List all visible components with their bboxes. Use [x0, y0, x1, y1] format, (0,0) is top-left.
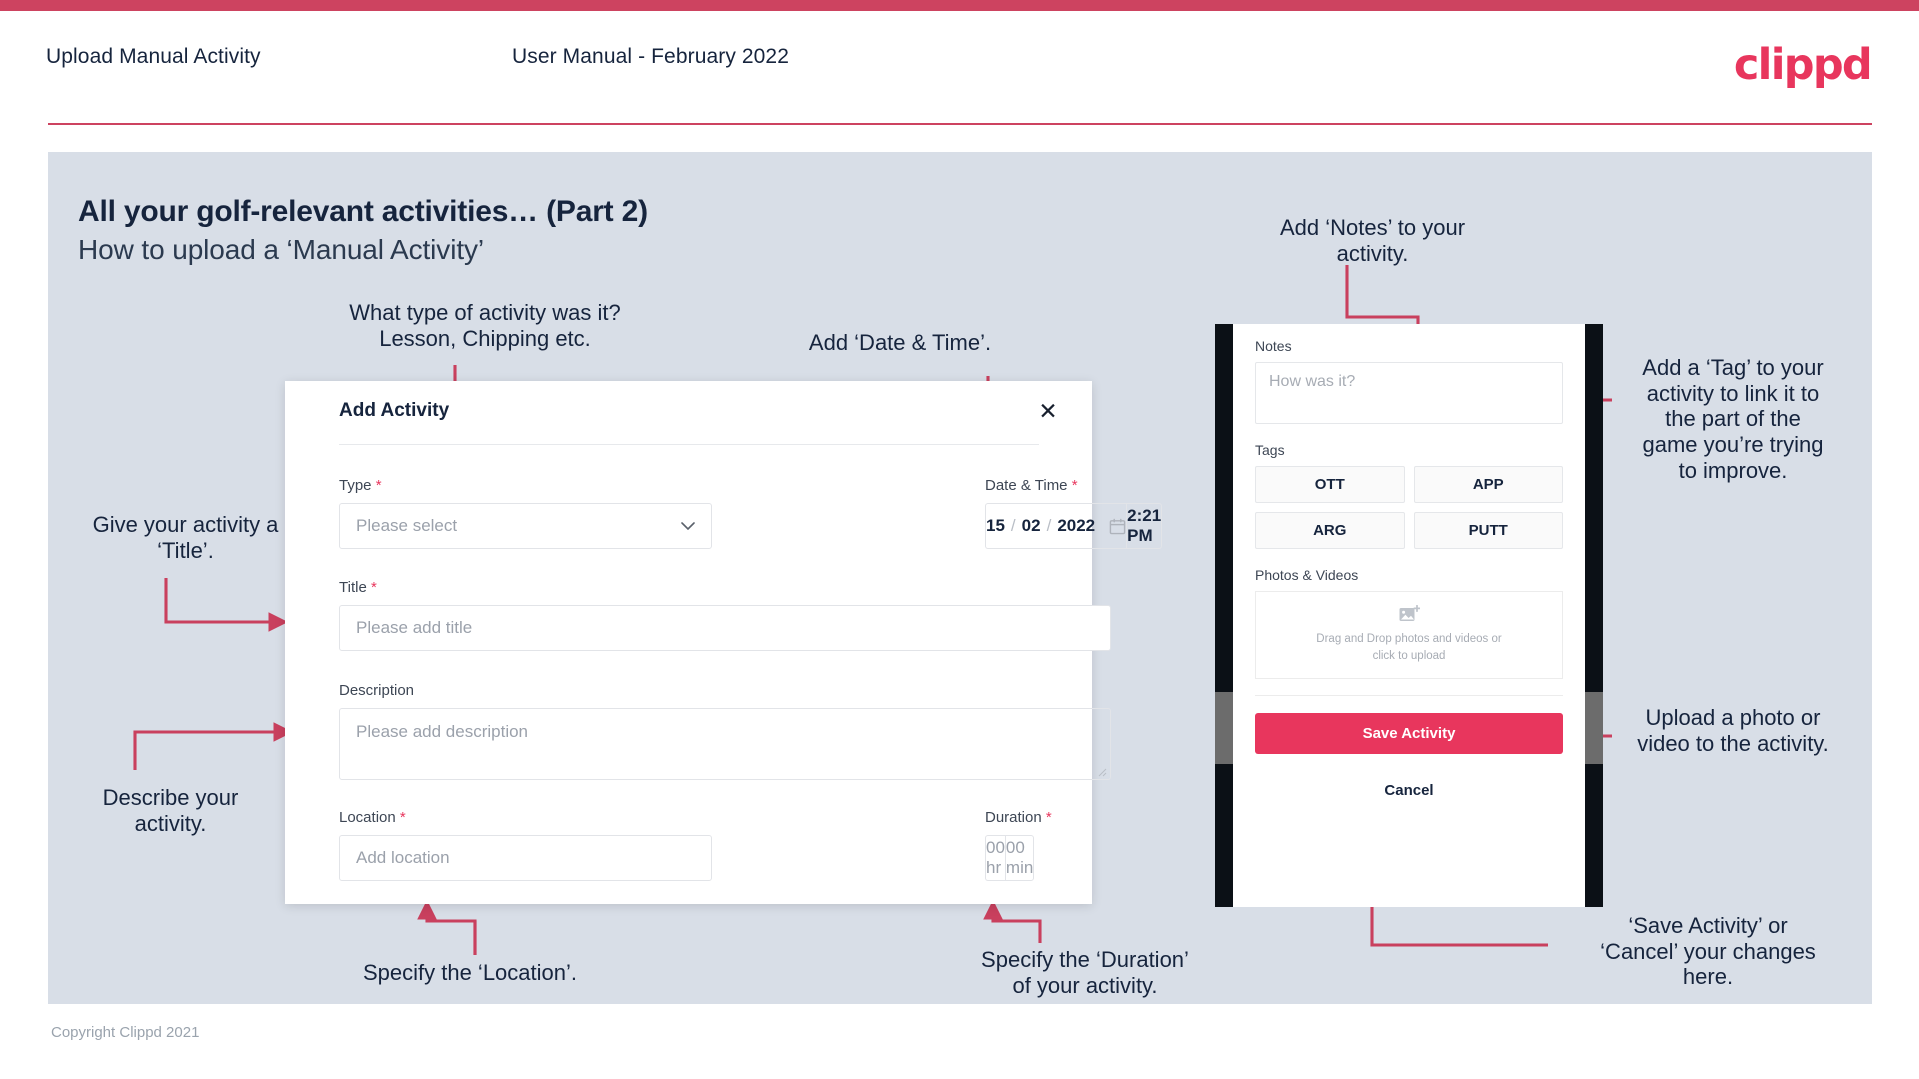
required-asterisk: * — [1045, 809, 1052, 826]
cancel-button[interactable]: Cancel — [1255, 782, 1563, 799]
duration-hours-input[interactable]: 00 hr — [985, 835, 1005, 881]
date-input[interactable]: 15 / 02 / 2022 — [985, 503, 1127, 549]
annotation-tags: Add a ‘Tag’ to your activity to link it … — [1642, 355, 1824, 483]
required-asterisk: * — [370, 579, 377, 596]
slide-heading: All your golf-relevant activities… (Part… — [78, 195, 648, 228]
title-placeholder: Please add title — [356, 618, 473, 637]
chevron-down-icon — [681, 522, 695, 530]
photo-dropzone[interactable]: Drag and Drop photos and videos or click… — [1255, 591, 1563, 679]
phone-power-button — [1585, 692, 1603, 764]
location-field-group: Location * Add location — [339, 809, 712, 881]
add-activity-dialog: Add Activity ✕ Type * Please select Date… — [285, 381, 1163, 904]
annotation-type: What type of activity was it? Lesson, Ch… — [349, 300, 621, 351]
page-title: Upload Manual Activity — [46, 45, 261, 68]
slide-subheading: How to upload a ‘Manual Activity’ — [78, 234, 485, 265]
title-input[interactable]: Please add title — [339, 605, 1111, 651]
time-input[interactable]: 2:21 PM — [1126, 503, 1163, 549]
phone-divider — [1255, 695, 1563, 696]
location-label-text: Location — [339, 809, 396, 826]
description-textarea[interactable]: Please add description — [339, 708, 1111, 780]
tag-button-arg[interactable]: ARG — [1255, 512, 1405, 549]
close-icon[interactable]: ✕ — [1034, 397, 1062, 425]
calendar-icon[interactable] — [1109, 518, 1126, 535]
dialog-divider — [339, 444, 1039, 445]
datetime-label-text: Date & Time — [985, 477, 1068, 494]
clippd-logo: clippd — [1733, 40, 1873, 90]
photos-videos-label: Photos & Videos — [1255, 567, 1359, 583]
annotation-notes: Add ‘Notes’ to your activity. — [1279, 215, 1466, 266]
save-activity-button[interactable]: Save Activity — [1255, 713, 1563, 754]
title-field-group: Title * Please add title — [339, 579, 1111, 651]
date-day: 15 — [986, 516, 1005, 535]
phone-volume-button — [1215, 692, 1233, 764]
title-label: Title * — [339, 579, 1111, 596]
required-asterisk: * — [1071, 477, 1078, 494]
annotation-save: ‘Save Activity’ or ‘Cancel’ your changes… — [1600, 913, 1816, 990]
required-asterisk: * — [399, 809, 406, 826]
phone-edge-left — [1215, 324, 1233, 907]
required-asterisk: * — [375, 477, 382, 494]
annotation-title: Give your activity a ‘Title’. — [92, 512, 279, 563]
page-subtitle: User Manual - February 2022 — [512, 45, 789, 68]
annotation-duration: Specify the ‘Duration’ of your activity. — [981, 947, 1189, 998]
annotation-location: Specify the ‘Location’. — [362, 960, 578, 985]
top-accent-bar — [0, 0, 1919, 11]
dropzone-line-2: click to upload — [1372, 650, 1446, 662]
tags-label: Tags — [1255, 442, 1285, 458]
date-month: 02 — [1021, 516, 1041, 535]
tags-grid: OTT APP ARG PUTT — [1255, 466, 1563, 549]
type-label-text: Type — [339, 477, 372, 494]
duration-hours-placeholder: 00 hr — [986, 838, 1005, 877]
type-placeholder: Please select — [356, 516, 458, 535]
type-select[interactable]: Please select — [339, 503, 712, 549]
tag-button-app[interactable]: APP — [1413, 466, 1563, 503]
description-placeholder: Please add description — [356, 722, 529, 741]
tag-button-ott[interactable]: OTT — [1255, 466, 1405, 503]
phone-mockup: Notes How was it? Tags OTT APP ARG PUTT … — [1215, 324, 1603, 907]
tag-button-putt[interactable]: PUTT — [1413, 512, 1563, 549]
date-sep-1: / — [1010, 516, 1016, 535]
annotation-datetime: Add ‘Date & Time’. — [808, 330, 992, 355]
annotation-description: Describe your activity. — [102, 785, 239, 836]
date-year: 2022 — [1057, 516, 1096, 535]
time-value: 2:21 PM — [1127, 506, 1162, 545]
dialog-header: Add Activity ✕ — [285, 381, 1092, 441]
title-label-text: Title — [339, 579, 367, 596]
notes-label: Notes — [1255, 338, 1292, 354]
duration-minutes-input[interactable]: 00 min — [1004, 835, 1035, 881]
description-label: Description — [339, 682, 415, 699]
description-field-group: Description Please add description — [339, 682, 1111, 780]
duration-minutes-placeholder: 00 min — [1005, 838, 1034, 877]
dialog-title: Add Activity — [339, 400, 450, 421]
notes-textarea[interactable]: How was it? — [1255, 362, 1563, 424]
type-field-group: Type * Please select — [339, 477, 712, 549]
add-image-icon — [1399, 605, 1420, 622]
location-input[interactable]: Add location — [339, 835, 712, 881]
location-label: Location * — [339, 809, 712, 826]
dropzone-line-1: Drag and Drop photos and videos or — [1316, 633, 1502, 646]
dropzone-text: Drag and Drop photos and videos or click… — [1316, 631, 1501, 664]
notes-placeholder: How was it? — [1269, 373, 1356, 390]
resize-handle-icon[interactable] — [1097, 767, 1107, 777]
type-label: Type * — [339, 477, 712, 494]
copyright-note: Copyright Clippd 2021 — [51, 1024, 200, 1041]
duration-label-text: Duration — [985, 809, 1042, 826]
phone-edge-right — [1585, 324, 1603, 907]
date-sep-2: / — [1046, 516, 1052, 535]
phone-screen: Notes How was it? Tags OTT APP ARG PUTT … — [1233, 324, 1585, 907]
location-placeholder: Add location — [356, 848, 450, 867]
slide-page: Upload Manual Activity User Manual - Feb… — [0, 0, 1919, 1079]
header-divider — [48, 123, 1872, 125]
annotation-upload: Upload a photo or video to the activity. — [1637, 705, 1829, 756]
